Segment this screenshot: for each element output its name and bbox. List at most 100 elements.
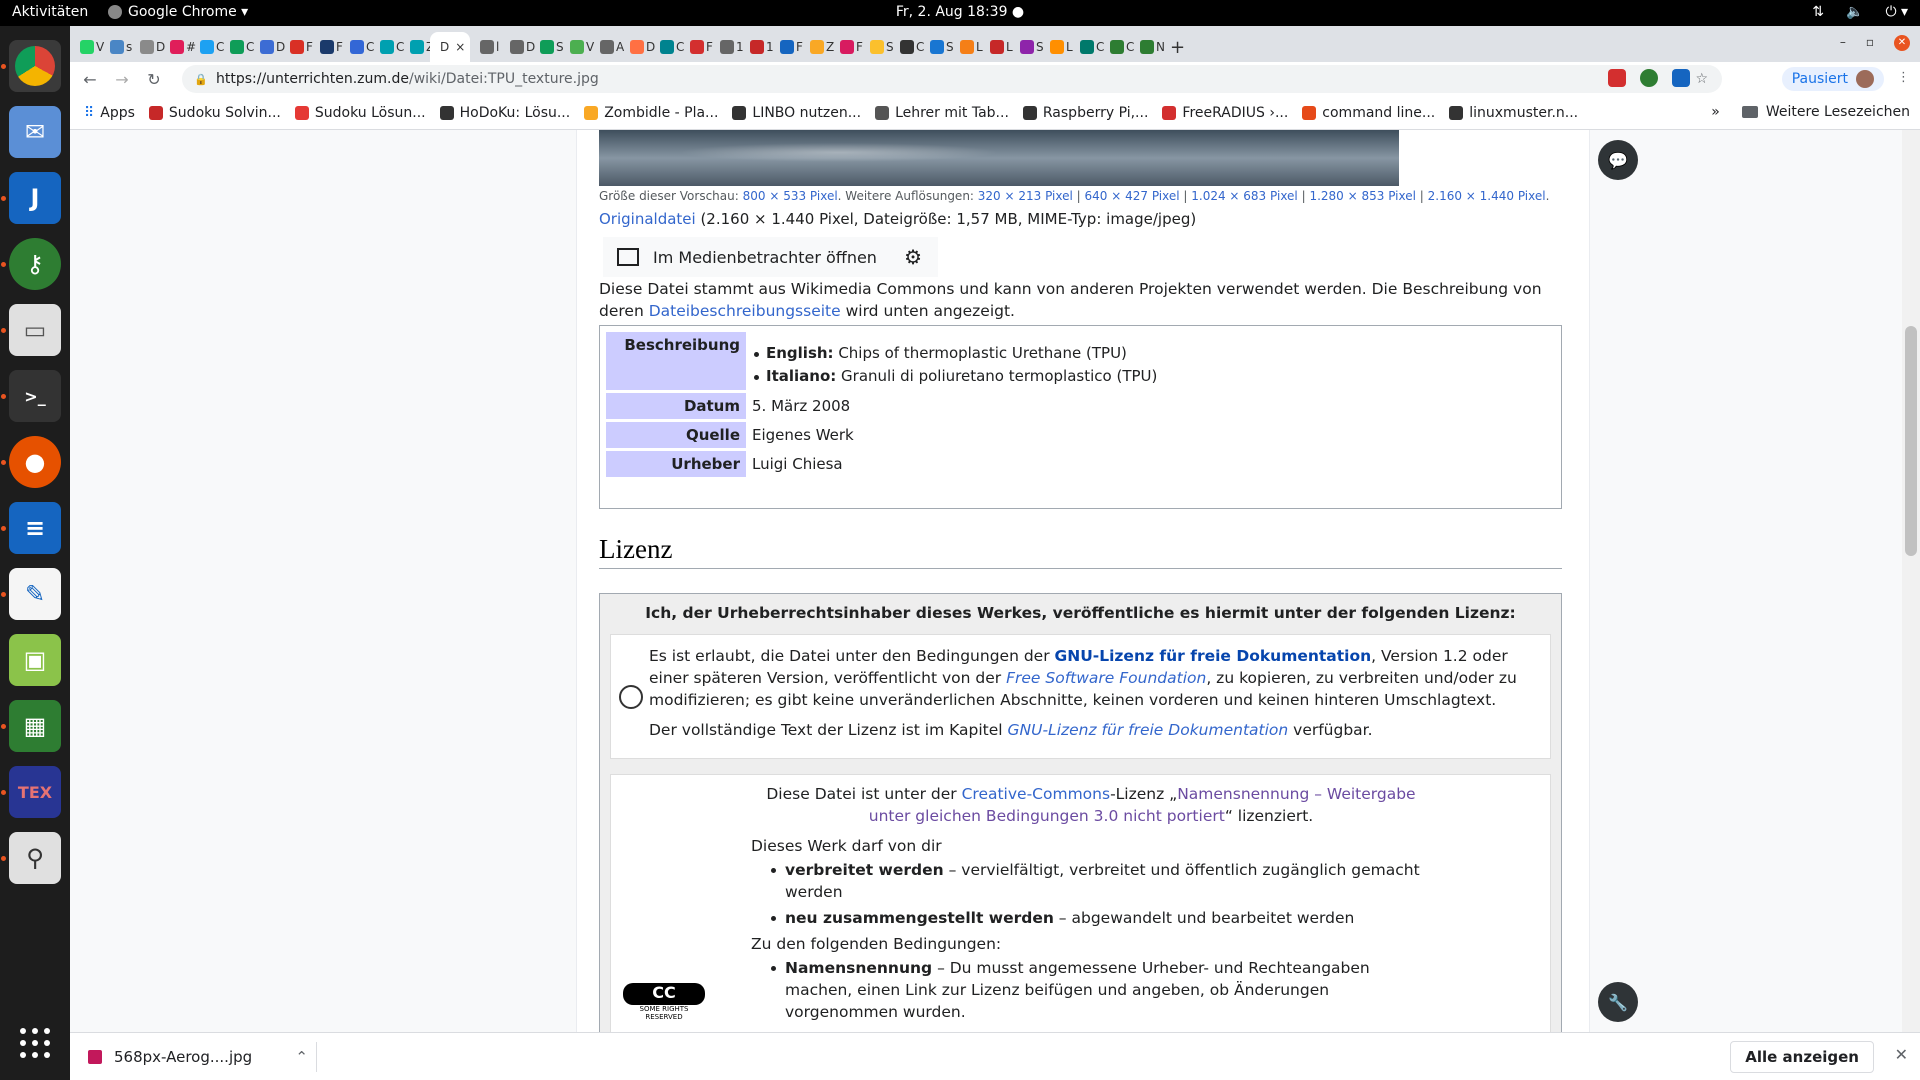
tab[interactable]: N <box>1130 32 1165 62</box>
extension-icon[interactable] <box>1672 69 1690 87</box>
tab[interactable]: S <box>530 32 564 62</box>
tab[interactable]: Z <box>800 32 834 62</box>
minimize-button[interactable]: – <box>1840 35 1846 51</box>
tab[interactable]: 1 <box>710 32 744 62</box>
tab[interactable]: C <box>1100 32 1134 62</box>
tab[interactable]: 1 <box>740 32 774 62</box>
forward-button[interactable]: → <box>110 70 134 89</box>
search-launcher[interactable]: ⚲ <box>1 832 61 884</box>
media-viewer-button[interactable]: Im Medienbetrachter öffnen ⚙ <box>603 237 938 277</box>
more-bookmarks-button[interactable]: » <box>1711 104 1720 120</box>
tab[interactable]: L <box>1040 32 1073 62</box>
original-file-link[interactable]: Originaldatei <box>599 210 696 228</box>
tab[interactable]: L <box>980 32 1013 62</box>
app-launcher[interactable]: ▣ <box>9 634 61 686</box>
gfdl-link[interactable]: GNU-Lizenz für freie Dokumentation <box>1055 647 1372 665</box>
tab[interactable]: C <box>340 32 374 62</box>
tab[interactable]: l <box>470 32 500 62</box>
tab[interactable]: S <box>860 32 894 62</box>
close-download-bar-button[interactable]: ✕ <box>1895 1045 1908 1064</box>
bookmark-item[interactable]: Sudoku Solvin... <box>148 105 281 121</box>
extension-icon[interactable] <box>1608 69 1626 87</box>
gear-icon[interactable]: ⚙ <box>904 245 922 269</box>
menu-icon[interactable]: ⋮ <box>1897 70 1910 85</box>
tab[interactable]: C <box>890 32 924 62</box>
tab[interactable]: S <box>1010 32 1044 62</box>
tab[interactable]: D <box>130 32 165 62</box>
writer-launcher[interactable]: ≡ <box>1 502 61 554</box>
tab[interactable]: D × <box>430 32 470 62</box>
tab[interactable]: s <box>100 32 132 62</box>
bookmark-item[interactable]: Zombidle - Pla... <box>584 105 718 121</box>
reload-button[interactable]: ↻ <box>142 70 166 89</box>
tab[interactable]: D <box>620 32 655 62</box>
tools-button[interactable]: 🔧 <box>1598 982 1638 1022</box>
mail-launcher[interactable]: ✉ <box>9 106 61 158</box>
fsf-link[interactable]: Free Software Foundation <box>1006 669 1206 687</box>
tab[interactable]: C <box>1070 32 1104 62</box>
tab[interactable]: C <box>220 32 254 62</box>
tab[interactable]: C <box>190 32 224 62</box>
tab[interactable]: F <box>770 32 803 62</box>
tab[interactable]: C <box>650 32 684 62</box>
scrollbar-thumb[interactable] <box>1905 326 1917 556</box>
firefox-launcher[interactable]: ● <box>1 436 61 488</box>
bookmark-apps[interactable]: ⠿ Apps <box>84 105 135 121</box>
other-bookmarks[interactable]: Weitere Lesezeichen <box>1766 104 1910 120</box>
resolution-link[interactable]: 1.280 × 853 Pixel <box>1309 189 1416 203</box>
resolution-link[interactable]: 320 × 213 Pixel <box>978 189 1073 203</box>
tab[interactable]: V <box>560 32 594 62</box>
restore-button[interactable]: ▫ <box>1866 35 1874 51</box>
back-button[interactable]: ← <box>78 70 102 89</box>
tab[interactable]: F <box>310 32 343 62</box>
bookmark-item[interactable]: HoDoKu: Lösu... <box>439 105 570 121</box>
files-launcher[interactable]: ▭ <box>1 304 61 356</box>
chrome-launcher[interactable] <box>1 40 61 92</box>
profile-paused-button[interactable]: Pausiert <box>1781 67 1884 91</box>
preview-size-link[interactable]: 800 × 533 Pixel <box>743 189 838 203</box>
tab[interactable]: L <box>950 32 983 62</box>
resolution-link[interactable]: 1.024 × 683 Pixel <box>1191 189 1298 203</box>
tab[interactable]: V <box>70 32 104 62</box>
creative-commons-link[interactable]: Creative-Commons <box>962 785 1110 803</box>
resolution-link[interactable]: 640 × 427 Pixel <box>1085 189 1180 203</box>
tab[interactable]: C <box>370 32 404 62</box>
address-bar[interactable]: 🔒 https://unterrichten.zum.de/wiki/Datei… <box>182 65 1722 93</box>
tab[interactable]: F <box>280 32 313 62</box>
bookmark-item[interactable]: command line... <box>1302 105 1435 121</box>
tab[interactable]: A <box>590 32 624 62</box>
cc-logo[interactable]: CC SOME RIGHTS RESERVED <box>623 983 705 1029</box>
scrollbar[interactable] <box>1902 130 1920 1032</box>
clock[interactable]: Fr, 2. Aug 18:39 ● <box>0 4 1920 20</box>
bookmark-item[interactable]: Sudoku Lösun... <box>294 105 426 121</box>
chat-button[interactable]: 💬 <box>1598 140 1638 180</box>
tab[interactable]: F <box>830 32 863 62</box>
joplin-launcher[interactable]: J <box>1 172 61 224</box>
gfdl-chapter-link[interactable]: GNU-Lizenz für freie Dokumentation <box>1008 721 1289 739</box>
keepass-launcher[interactable]: ⚷ <box>1 238 61 290</box>
chevron-up-icon[interactable]: ⌃ <box>295 1048 308 1066</box>
download-item[interactable]: 568px-Aerog....jpg ⌃ <box>88 1048 308 1066</box>
show-all-button[interactable]: Alle anzeigen <box>1730 1041 1874 1073</box>
bookmark-item[interactable]: FreeRADIUS ›... <box>1162 105 1288 121</box>
tab[interactable]: D <box>250 32 285 62</box>
tab[interactable]: S <box>920 32 954 62</box>
tex-launcher[interactable]: TEX <box>1 766 61 818</box>
close-tab-icon[interactable]: × <box>455 40 465 54</box>
editor-launcher[interactable]: ✎ <box>1 568 61 620</box>
calc-launcher[interactable]: ▦ <box>1 700 61 752</box>
tab[interactable]: D <box>500 32 535 62</box>
tab[interactable]: # <box>160 32 196 62</box>
bookmark-item[interactable]: Lehrer mit Tab... <box>875 105 1009 121</box>
description-page-link[interactable]: Dateibeschreibungsseite <box>649 302 841 320</box>
bookmark-item[interactable]: LINBO nutzen... <box>732 105 861 121</box>
show-apps-icon[interactable] <box>20 1028 50 1058</box>
tab[interactable]: Z <box>400 32 434 62</box>
close-button[interactable]: ✕ <box>1894 35 1910 51</box>
extension-icon[interactable] <box>1640 69 1658 87</box>
terminal-launcher[interactable]: >_ <box>1 370 61 422</box>
resolution-link[interactable]: 2.160 × 1.440 Pixel <box>1428 189 1546 203</box>
tab[interactable]: F <box>680 32 713 62</box>
texture-preview-image[interactable] <box>599 130 1399 186</box>
system-tray[interactable]: ⇅ 🔈 ⏻ ▾ <box>1812 4 1908 20</box>
